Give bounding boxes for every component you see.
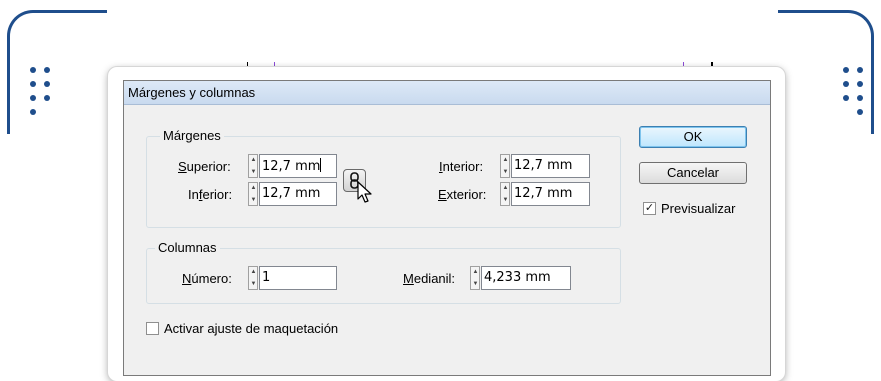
cancel-button[interactable]: Cancelar xyxy=(639,162,747,184)
outside-margin-input[interactable]: 12,7 mm xyxy=(511,182,590,206)
top-margin-stepper[interactable]: ▲ ▼ xyxy=(248,154,258,178)
mouse-pointer-icon xyxy=(357,181,372,203)
inside-margin-stepper[interactable]: ▲ ▼ xyxy=(500,154,510,178)
preview-checkbox[interactable]: ✓ xyxy=(643,202,656,215)
margins-group-label: Márgenes xyxy=(160,128,224,143)
ok-button[interactable]: OK xyxy=(639,126,747,148)
columns-number-label: Número: xyxy=(182,271,232,286)
dialog-title: Márgenes y columnas xyxy=(128,85,256,100)
layout-adjust-checkbox[interactable] xyxy=(146,322,159,335)
checkmark-icon: ✓ xyxy=(644,202,655,214)
gutter-label: Medianil: xyxy=(403,271,456,286)
stepper-down-icon: ▼ xyxy=(472,281,479,287)
stepper-up-icon: ▲ xyxy=(250,157,257,163)
stepper-up-icon: ▲ xyxy=(472,269,479,275)
inside-margin-input[interactable]: 12,7 mm xyxy=(511,154,590,178)
stepper-down-icon: ▼ xyxy=(502,169,509,175)
columns-number-stepper[interactable]: ▲ ▼ xyxy=(248,266,258,290)
dots-decoration-left xyxy=(30,67,60,127)
stepper-up-icon: ▲ xyxy=(502,157,509,163)
columns-group-label: Columnas xyxy=(155,240,220,255)
dialog-titlebar[interactable]: Márgenes y columnas xyxy=(124,81,770,105)
gutter-stepper[interactable]: ▲ ▼ xyxy=(470,266,480,290)
stepper-up-icon: ▲ xyxy=(502,185,509,191)
inside-margin-label: Interior: xyxy=(439,159,484,174)
preview-label: Previsualizar xyxy=(661,201,736,216)
dialog-body: Márgenes y columnas Márgenes Superior: ▲… xyxy=(123,80,771,376)
bottom-margin-stepper[interactable]: ▲ ▼ xyxy=(248,182,258,206)
stepper-down-icon: ▼ xyxy=(250,281,257,287)
stepper-up-icon: ▲ xyxy=(250,185,257,191)
text-caret xyxy=(320,158,322,172)
dots-decoration-right xyxy=(843,67,873,127)
outside-margin-label: Exterior: xyxy=(438,187,487,202)
columns-number-input[interactable]: 1 xyxy=(259,266,337,290)
bottom-margin-input[interactable]: 12,7 mm xyxy=(259,182,337,206)
stepper-up-icon: ▲ xyxy=(250,269,257,275)
top-margin-label: Superior: xyxy=(178,159,231,174)
top-margin-input[interactable]: 12,7 mm xyxy=(259,154,337,178)
outside-margin-stepper[interactable]: ▲ ▼ xyxy=(500,182,510,206)
margins-columns-dialog: Márgenes y columnas Márgenes Superior: ▲… xyxy=(108,67,785,381)
gutter-input[interactable]: 4,233 mm xyxy=(481,266,571,290)
stepper-down-icon: ▼ xyxy=(250,169,257,175)
layout-adjust-label: Activar ajuste de maquetación xyxy=(164,321,339,336)
stepper-down-icon: ▼ xyxy=(250,197,257,203)
bottom-margin-label: Inferior: xyxy=(188,187,233,202)
stepper-down-icon: ▼ xyxy=(502,197,509,203)
